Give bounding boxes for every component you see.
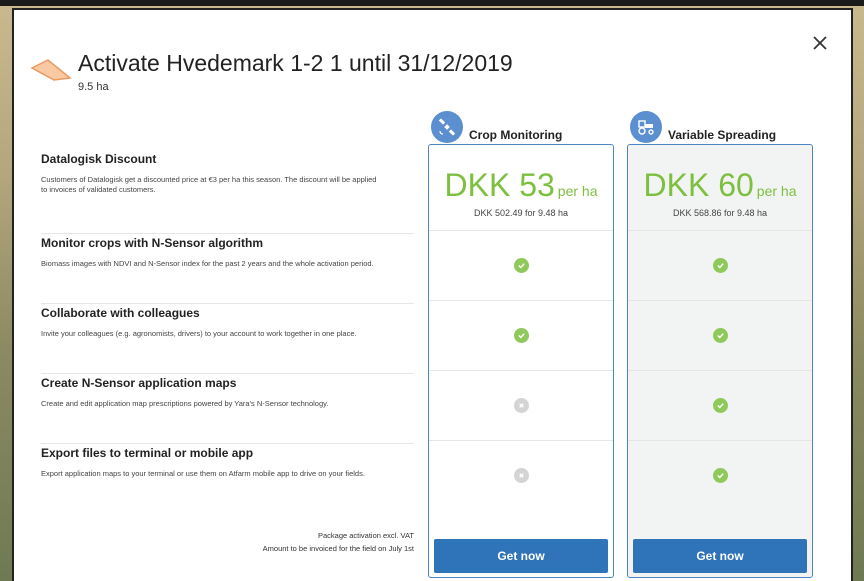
check-icon bbox=[712, 468, 728, 483]
feature-row: Datalogisk Discount Customers of Datalog… bbox=[41, 152, 414, 234]
feature-cell bbox=[628, 230, 812, 300]
get-now-button[interactable]: Get now bbox=[434, 539, 608, 573]
footnote-invoice: Amount to be invoiced for the field on J… bbox=[262, 544, 414, 553]
feature-cell bbox=[429, 230, 613, 300]
close-button[interactable] bbox=[809, 32, 831, 54]
field-shape-icon bbox=[30, 59, 72, 81]
cross-icon bbox=[513, 398, 529, 413]
modal-title: Activate Hvedemark 1-2 1 until 31/12/201… bbox=[78, 50, 513, 76]
feature-description: Create and edit application map prescrip… bbox=[41, 399, 329, 408]
plan-name: Crop Monitoring bbox=[469, 128, 563, 142]
plan-variable-spreading: Variable Spreading DKK 60 per ha DKK 568.… bbox=[627, 111, 813, 578]
check-icon bbox=[712, 398, 728, 413]
feature-description: Export application maps to your terminal… bbox=[41, 469, 365, 478]
plan-price: DKK 60 per ha bbox=[628, 167, 812, 204]
tractor-icon bbox=[630, 111, 662, 143]
plan-crop-monitoring: Crop Monitoring DKK 53 per ha DKK 502.49 … bbox=[428, 111, 614, 578]
feature-row: Export files to terminal or mobile app E… bbox=[41, 444, 414, 514]
price-amount: DKK 60 bbox=[643, 167, 754, 203]
feature-description: Invite your colleagues (e.g. agronomists… bbox=[41, 329, 357, 338]
cross-icon bbox=[513, 468, 529, 483]
price-amount: DKK 53 bbox=[444, 167, 555, 203]
close-icon bbox=[813, 36, 827, 50]
field-area: 9.5 ha bbox=[78, 81, 109, 93]
feature-row: Collaborate with colleagues Invite your … bbox=[41, 304, 414, 374]
price-detail: DKK 502.49 for 9.48 ha bbox=[473, 208, 569, 218]
feature-row: Monitor crops with N-Sensor algorithm Bi… bbox=[41, 234, 414, 304]
plan-name: Variable Spreading bbox=[668, 128, 777, 142]
window-top-bar bbox=[0, 0, 864, 6]
feature-cell bbox=[429, 300, 613, 370]
feature-title: Export files to terminal or mobile app bbox=[41, 446, 254, 460]
feature-cell bbox=[429, 440, 613, 510]
check-icon bbox=[513, 258, 529, 273]
check-icon bbox=[712, 258, 728, 273]
feature-title: Create N-Sensor application maps bbox=[41, 376, 237, 390]
feature-description: Biomass images with NDVI and N-Sensor in… bbox=[41, 259, 374, 268]
plan-price: DKK 53 per ha bbox=[429, 167, 613, 204]
activation-modal: Activate Hvedemark 1-2 1 until 31/12/201… bbox=[12, 8, 853, 581]
feature-row: Create N-Sensor application maps Create … bbox=[41, 374, 414, 444]
feature-description: Customers of Datalogisk get a discounted… bbox=[41, 175, 377, 194]
check-icon bbox=[513, 328, 529, 343]
feature-cell bbox=[628, 440, 812, 510]
feature-cell bbox=[628, 300, 812, 370]
price-footnote: Package activation excl. VAT Amount to b… bbox=[41, 529, 414, 555]
feature-cell bbox=[628, 370, 812, 440]
feature-cell bbox=[429, 370, 613, 440]
price-unit: per ha bbox=[557, 183, 598, 199]
feature-list: Datalogisk Discount Customers of Datalog… bbox=[41, 152, 414, 514]
check-icon bbox=[712, 328, 728, 343]
satellite-icon bbox=[431, 111, 463, 143]
footnote-vat: Package activation excl. VAT bbox=[317, 531, 414, 540]
price-unit: per ha bbox=[756, 183, 797, 199]
get-now-button[interactable]: Get now bbox=[633, 539, 807, 573]
price-detail: DKK 568.86 for 9.48 ha bbox=[672, 208, 768, 218]
feature-title: Monitor crops with N-Sensor algorithm bbox=[41, 236, 264, 250]
feature-title: Datalogisk Discount bbox=[41, 152, 157, 166]
feature-title: Collaborate with colleagues bbox=[41, 306, 200, 320]
